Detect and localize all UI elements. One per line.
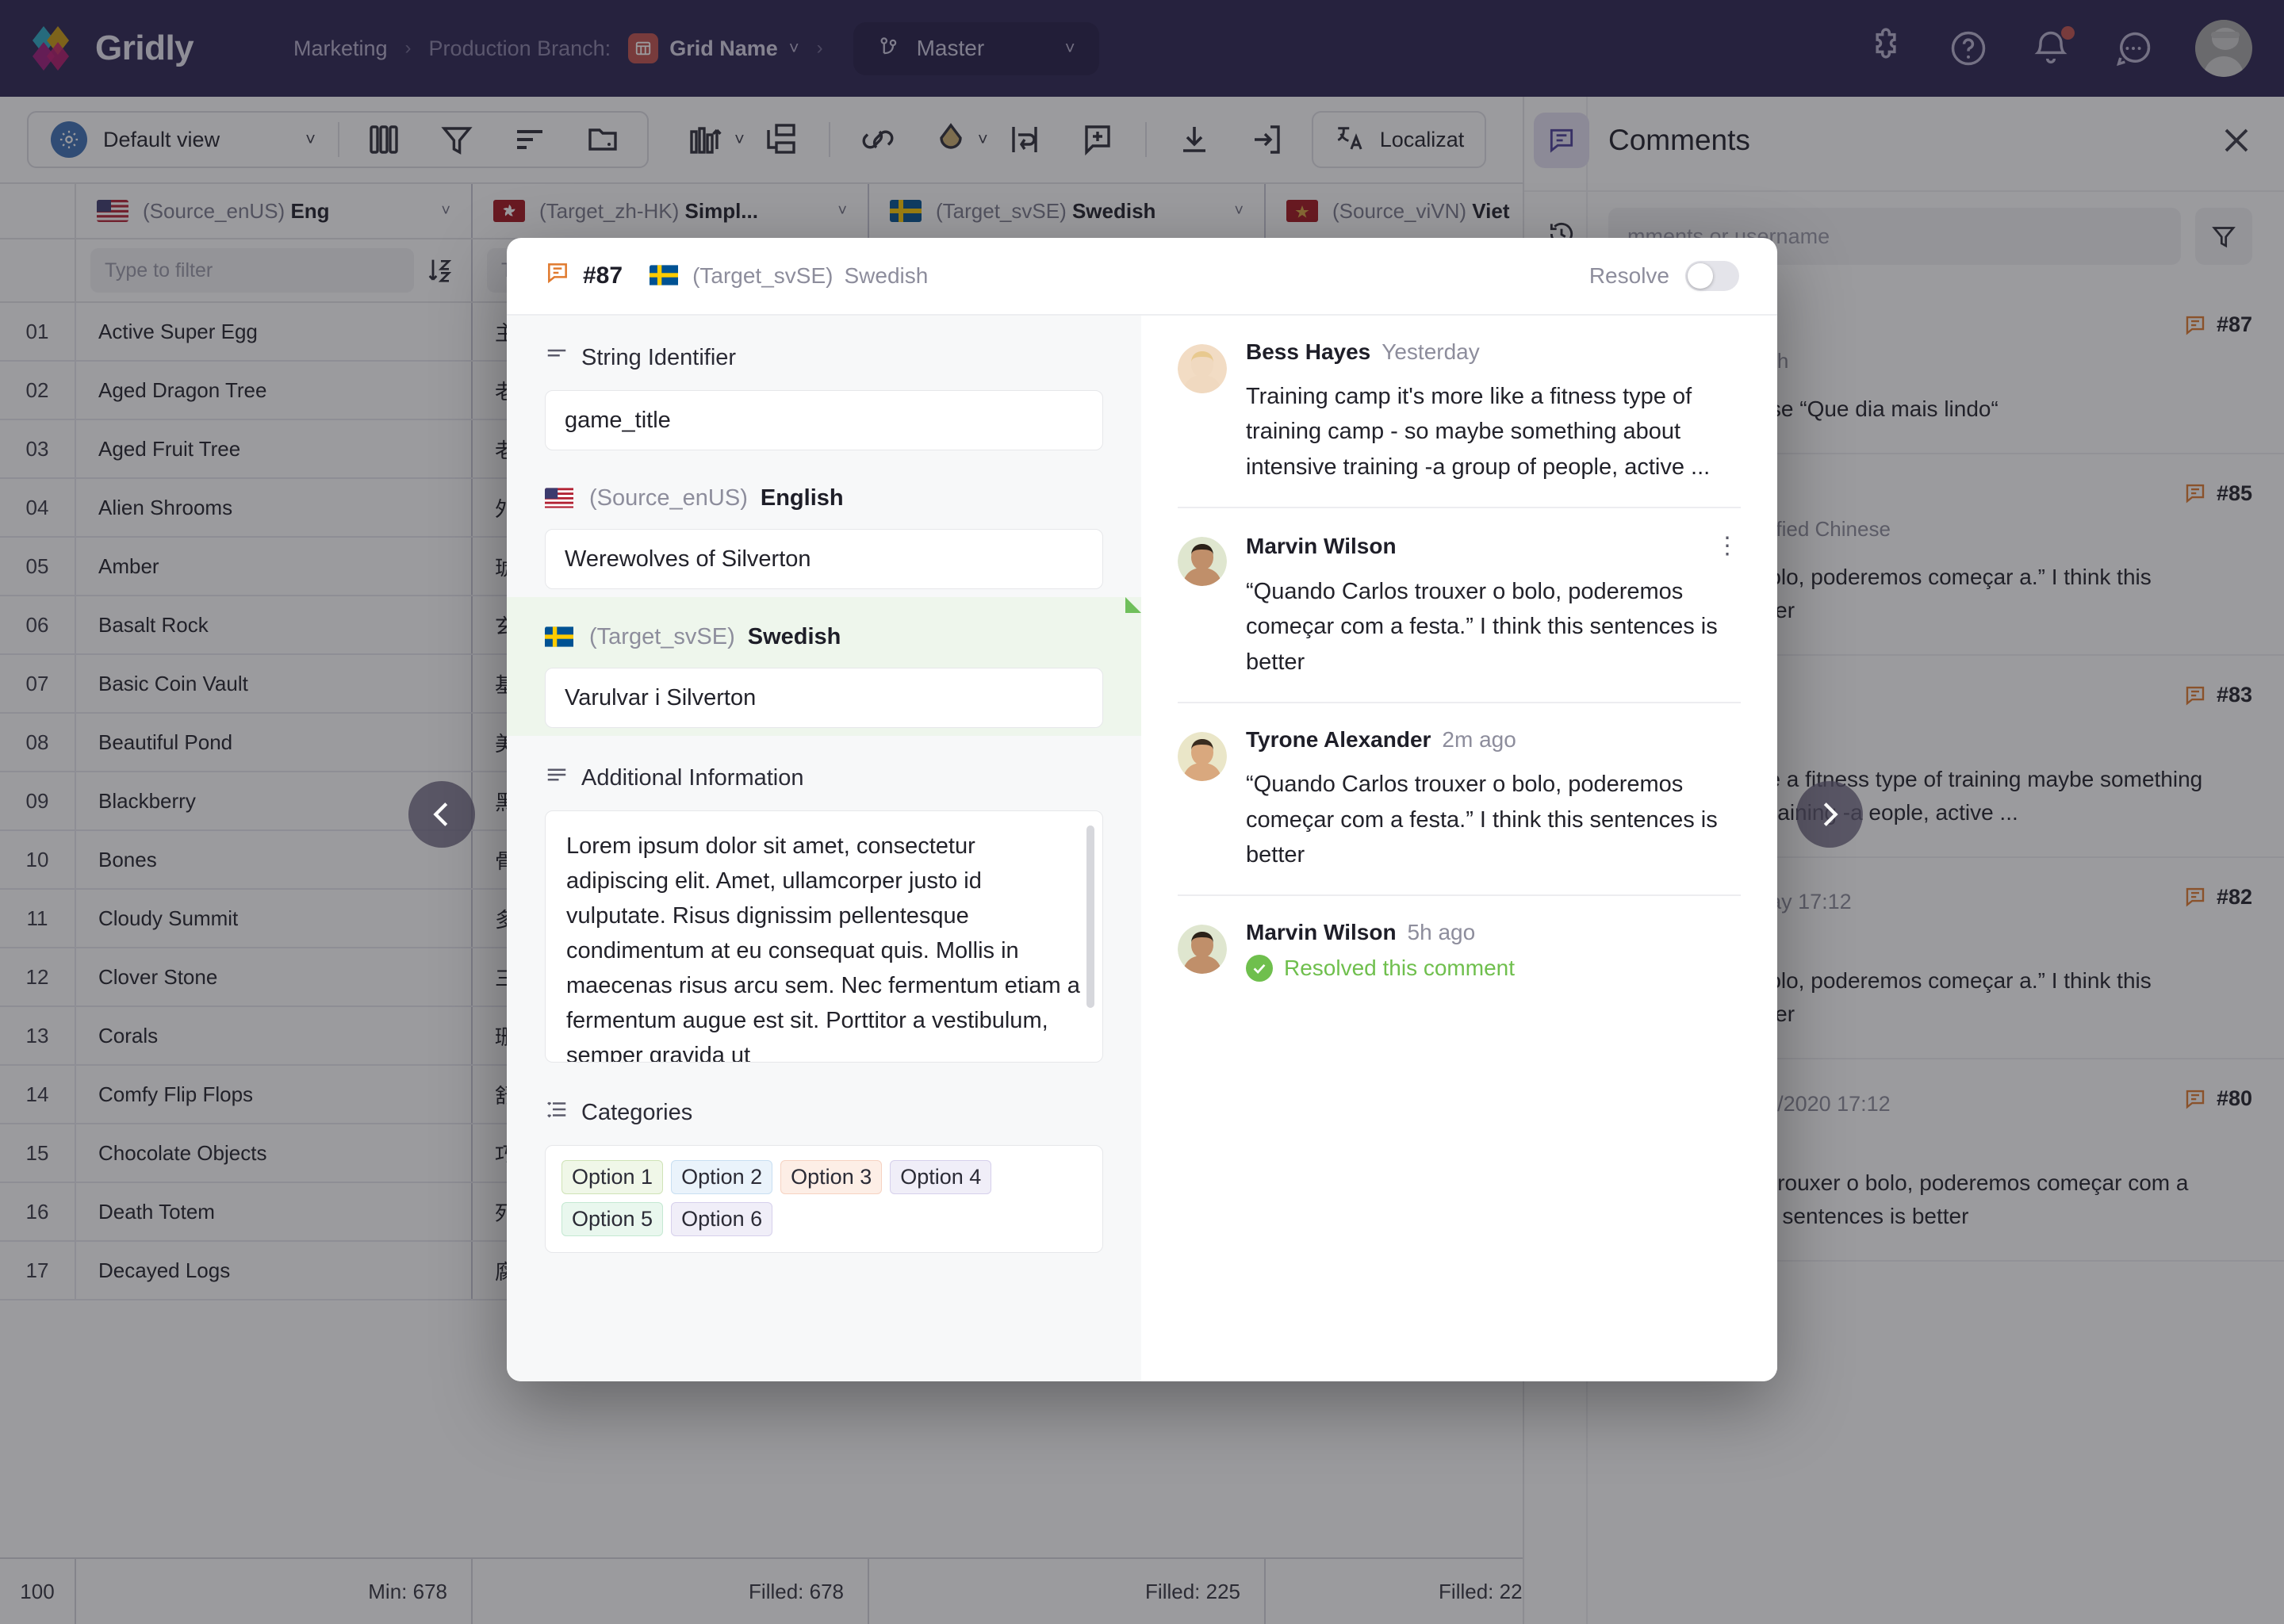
comment-time: 5h ago bbox=[1408, 920, 1476, 945]
avatar bbox=[1178, 344, 1227, 393]
text-lines-icon bbox=[545, 343, 569, 373]
modal-body: String Identifier game_title ( bbox=[507, 316, 1777, 1381]
comment-author: Bess Hayes bbox=[1246, 339, 1370, 365]
avatar bbox=[1178, 537, 1227, 586]
check-icon bbox=[1246, 955, 1273, 982]
flag-se-icon-field bbox=[545, 626, 577, 649]
comment-author: Tyrone Alexander bbox=[1246, 727, 1431, 753]
field-categories: Categories Option 1Option 2Option 3Optio… bbox=[507, 1071, 1141, 1261]
comment-time: 2m ago bbox=[1442, 727, 1516, 753]
field-label-additional-text: Additional Information bbox=[581, 765, 804, 791]
field-label-categories: Categories bbox=[545, 1097, 1103, 1128]
list-icon bbox=[545, 1097, 569, 1128]
resolve-toggle[interactable] bbox=[1685, 261, 1739, 291]
modal-fields-pane: String Identifier game_title ( bbox=[507, 316, 1141, 1381]
category-chip[interactable]: Option 6 bbox=[671, 1202, 772, 1236]
comment-item: Marvin Wilson 5h ago Resolved this comment bbox=[1178, 896, 1741, 1004]
category-chip[interactable]: Option 1 bbox=[561, 1160, 663, 1194]
avatar bbox=[1178, 925, 1227, 974]
field-label-target-name: Swedish bbox=[748, 624, 841, 650]
field-target-swedish: (Target_svSE) Swedish Varulvar i Silvert… bbox=[507, 597, 1141, 736]
additional-text: Lorem ipsum dolor sit amet, consectetur … bbox=[566, 833, 1080, 1063]
modal-header: #87 (Target_svSE) Swedish Resolve bbox=[507, 238, 1777, 316]
field-value-source[interactable]: Werewolves of Silverton bbox=[545, 529, 1103, 589]
field-label-categories-text: Categories bbox=[581, 1100, 692, 1126]
field-value-additional[interactable]: Lorem ipsum dolor sit amet, consectetur … bbox=[545, 810, 1103, 1063]
category-chip[interactable]: Option 3 bbox=[780, 1160, 882, 1194]
field-label-source-name: English bbox=[761, 485, 844, 511]
field-label-source: (Source_enUS) English bbox=[545, 485, 1103, 511]
toggle-knob bbox=[1688, 263, 1713, 289]
field-label-target: (Target_svSE) Swedish bbox=[545, 624, 1103, 650]
comment-body: “Quando Carlos trouxer o bolo, poderemos… bbox=[1246, 574, 1741, 680]
comment-body: Training camp it's more like a fitness t… bbox=[1246, 379, 1741, 485]
field-label-source-code: (Source_enUS) bbox=[589, 485, 748, 511]
scrollbar-thumb[interactable] bbox=[1086, 825, 1094, 1008]
modal-comments-pane: Bess Hayes Yesterday Training camp it's mo… bbox=[1141, 316, 1777, 1381]
text-lines-icon-2 bbox=[545, 763, 569, 793]
field-source-english: (Source_enUS) English Werewolves of Silv… bbox=[507, 458, 1141, 597]
comment-resolved-label: Resolved this comment bbox=[1284, 956, 1515, 981]
record-detail-modal: #87 (Target_svSE) Swedish Resolve bbox=[507, 238, 1777, 1381]
resolve-label: Resolve bbox=[1589, 263, 1669, 289]
avatar bbox=[1178, 732, 1227, 781]
record-id-label: #87 bbox=[583, 262, 623, 289]
comment-item: Bess Hayes Yesterday Training camp it's mo… bbox=[1178, 316, 1741, 508]
comment-resolved-status: Resolved this comment bbox=[1246, 955, 1741, 982]
next-record-button[interactable] bbox=[1796, 781, 1863, 848]
comment-menu-icon[interactable]: ⋮ bbox=[1715, 532, 1741, 560]
flag-se-icon-modal bbox=[650, 265, 681, 287]
comment-body: “Quando Carlos trouxer o bolo, poderemos… bbox=[1246, 767, 1741, 872]
prev-record-button[interactable] bbox=[408, 781, 475, 848]
record-id-badge: #87 bbox=[545, 260, 623, 292]
modal-language: (Target_svSE) Swedish bbox=[650, 263, 928, 289]
field-label-identifier: String Identifier bbox=[545, 343, 1103, 373]
modal-language-name: Swedish bbox=[844, 263, 928, 289]
flag-us-icon-modal bbox=[545, 488, 577, 510]
comment-item: Tyrone Alexander 2m ago “Quando Carlos tro… bbox=[1178, 703, 1741, 896]
field-value-identifier[interactable]: game_title bbox=[545, 390, 1103, 450]
field-value-target[interactable]: Varulvar i Silverton bbox=[545, 668, 1103, 728]
categories-chip-list[interactable]: Option 1Option 2Option 3Option 4 Option 5… bbox=[545, 1145, 1103, 1253]
field-string-identifier: String Identifier game_title bbox=[507, 316, 1141, 458]
comment-author: Marvin Wilson bbox=[1246, 534, 1397, 559]
field-label-target-code: (Target_svSE) bbox=[589, 624, 735, 650]
comment-item: Marvin Wilson ⋮ “Quando Carlos trouxer o b… bbox=[1178, 508, 1741, 703]
comment-badge-icon bbox=[545, 260, 570, 292]
resolve-toggle-group[interactable]: Resolve bbox=[1589, 261, 1739, 291]
category-chip[interactable]: Option 2 bbox=[671, 1160, 772, 1194]
app-root: Gridly Marketing › Production Branch: Gr… bbox=[0, 0, 2284, 1624]
field-label-identifier-text: String Identifier bbox=[581, 345, 736, 371]
field-label-additional: Additional Information bbox=[545, 763, 1103, 793]
modal-language-code: (Target_svSE) bbox=[692, 263, 833, 289]
category-chip[interactable]: Option 4 bbox=[890, 1160, 991, 1194]
field-additional-information: Additional Information Lorem ipsum dolor… bbox=[507, 736, 1141, 1071]
category-chip[interactable]: Option 5 bbox=[561, 1202, 663, 1236]
comment-author: Marvin Wilson bbox=[1246, 920, 1397, 945]
comment-time: Yesterday bbox=[1382, 339, 1480, 365]
